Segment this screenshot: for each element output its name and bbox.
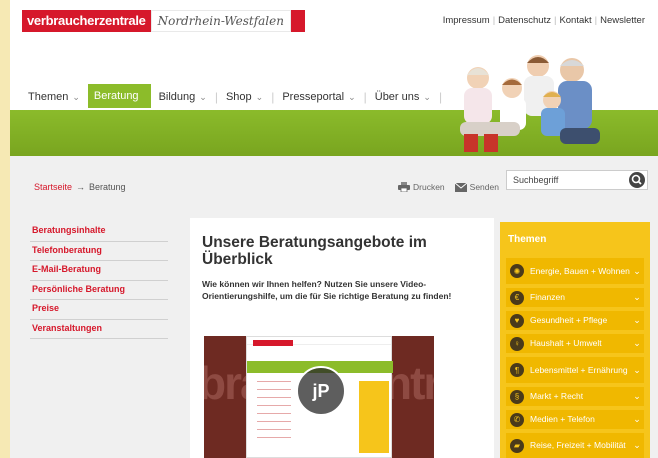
breadcrumb: Startseite → Beratung xyxy=(34,182,126,192)
chevron-down-icon: ⌄ xyxy=(633,338,641,348)
send-label: Senden xyxy=(469,182,499,192)
sidebar-title: Themen xyxy=(508,234,547,245)
chevron-down-icon: ⌄ xyxy=(633,414,641,424)
play-button[interactable]: jP xyxy=(296,366,346,416)
meta-link-impressum[interactable]: Impressum xyxy=(440,15,493,26)
travel-icon: ▰ xyxy=(510,438,524,453)
logo-region-text: Nordrhein-Westfalen xyxy=(150,10,291,32)
nav-item-presseportal[interactable]: Presseportal ⌄ xyxy=(274,86,363,108)
nav-item-beratung[interactable]: Beratung xyxy=(87,84,151,108)
printer-icon xyxy=(398,182,410,192)
subnav-item-telefonberatung[interactable]: Telefonberatung xyxy=(30,242,168,261)
left-page-edge xyxy=(0,0,10,458)
thumbnail-sidebar xyxy=(359,381,389,453)
nav-label: Presseportal xyxy=(282,91,345,103)
nav-label: Shop xyxy=(225,91,252,103)
topic-medien[interactable]: ✆ Medien + Telefon ⌄ xyxy=(506,410,644,429)
nav-label: Beratung xyxy=(93,90,139,102)
thumbnail-subnav xyxy=(257,381,291,451)
food-icon: ¶ xyxy=(510,363,524,377)
family-photo xyxy=(460,55,600,152)
send-button[interactable]: Senden xyxy=(454,182,499,192)
print-button[interactable]: Drucken xyxy=(398,182,445,192)
meta-link-newsletter[interactable]: Newsletter xyxy=(597,15,648,26)
video-player[interactable]: bra ntra jP xyxy=(204,336,434,458)
meta-nav: Impressum | Datenschutz | Kontakt | Newslet… xyxy=(440,15,648,26)
page-tools: Drucken Senden xyxy=(398,182,499,192)
chevron-down-icon: ⌄ xyxy=(348,91,356,102)
topic-haushalt[interactable]: ♀ Haushalt + Umwelt ⌄ xyxy=(506,334,644,353)
topic-label: Lebensmittel + Ernährung xyxy=(530,364,628,375)
page: verbraucherzentrale Nordrhein-Westfalen … xyxy=(10,0,658,458)
chevron-down-icon: ⌄ xyxy=(633,292,641,302)
meta-link-kontakt[interactable]: Kontakt xyxy=(556,15,594,26)
market-icon: § xyxy=(510,389,524,404)
nav-item-shop[interactable]: Shop ⌄ xyxy=(218,86,271,108)
chevron-down-icon: ⌄ xyxy=(633,265,641,276)
topic-label: Finanzen xyxy=(530,292,565,302)
thumbnail-logo xyxy=(253,340,293,346)
search-button[interactable] xyxy=(629,172,645,188)
logo-red-block xyxy=(290,10,305,32)
topic-label: Haushalt + Umwelt xyxy=(530,338,602,348)
subnav-item-email-beratung[interactable]: E-Mail-Beratung xyxy=(30,261,168,281)
meta-link-datenschutz[interactable]: Datenschutz xyxy=(495,15,554,26)
nav-item-bildung[interactable]: Bildung ⌄ xyxy=(151,86,215,108)
topic-label: Medien + Telefon xyxy=(530,414,595,424)
chevron-down-icon: ⌄ xyxy=(633,364,641,375)
chevron-down-icon: ⌄ xyxy=(255,91,264,102)
site-logo[interactable]: verbraucherzentrale Nordrhein-Westfalen xyxy=(22,10,305,32)
breadcrumb-arrow: → xyxy=(76,182,86,192)
envelope-icon xyxy=(454,182,467,192)
nav-item-ueber-uns[interactable]: Über uns ⌄ xyxy=(367,86,439,108)
chevron-down-icon: ⌄ xyxy=(633,315,641,325)
topic-label: Reise, Freizeit + Mobilität xyxy=(530,440,626,450)
breadcrumb-home-link[interactable]: Startseite xyxy=(34,182,72,192)
page-title: Unsere Beratungsangebote im Überblick xyxy=(202,234,427,268)
logo-main-text: verbraucherzentrale xyxy=(22,10,151,32)
topics-sidebar: Themen ✺ Energie, Bauen + Wohnen ⌄ € Fin… xyxy=(500,222,650,458)
search-icon xyxy=(631,174,642,185)
nav-label: Themen xyxy=(28,91,69,103)
topic-label: Markt + Recht xyxy=(530,391,584,401)
household-icon: ♀ xyxy=(510,336,524,351)
chevron-down-icon: ⌄ xyxy=(633,440,641,450)
chevron-down-icon: ⌄ xyxy=(633,391,641,401)
subnav-item-preise[interactable]: Preise xyxy=(30,300,168,320)
topic-lebensmittel[interactable]: ¶ Lebensmittel + Ernährung ⌄ xyxy=(506,357,644,383)
finance-icon: € xyxy=(510,290,524,305)
subnav-item-persoenliche-beratung[interactable]: Persönliche Beratung xyxy=(30,281,168,300)
topic-label: Gesundheit + Pflege xyxy=(530,315,608,325)
sub-navigation: Beratungsinhalte Telefonberatung E-Mail-… xyxy=(30,222,168,339)
main-content: Unsere Beratungsangebote im Überblick Wi… xyxy=(190,218,494,458)
nav-label: Bildung xyxy=(158,91,196,103)
topic-label: Energie, Bauen + Wohnen xyxy=(530,265,630,276)
subnav-item-beratungsinhalte[interactable]: Beratungsinhalte xyxy=(30,222,168,242)
main-nav: Themen ⌄ Beratung Bildung ⌄ | Shop ⌄ | Pres… xyxy=(20,84,442,108)
topic-energie[interactable]: ✺ Energie, Bauen + Wohnen ⌄ xyxy=(506,258,644,284)
nav-item-themen[interactable]: Themen ⌄ xyxy=(20,86,88,108)
search-input[interactable]: Suchbegriff xyxy=(506,170,648,190)
search-placeholder: Suchbegriff xyxy=(513,175,559,185)
health-icon: ♥ xyxy=(510,313,524,328)
energy-icon: ✺ xyxy=(510,264,524,278)
topic-markt[interactable]: § Markt + Recht ⌄ xyxy=(506,387,644,406)
chevron-down-icon: ⌄ xyxy=(72,91,80,102)
intro-text: Wie können wir Ihnen helfen? Nutzen Sie … xyxy=(202,279,452,301)
play-icon: jP xyxy=(312,380,330,401)
breadcrumb-current: Beratung xyxy=(89,182,126,192)
print-label: Drucken xyxy=(413,182,445,192)
chevron-down-icon: ⌄ xyxy=(199,91,207,102)
topic-reise[interactable]: ▰ Reise, Freizeit + Mobilität ⌄ xyxy=(506,433,644,458)
media-icon: ✆ xyxy=(510,412,524,427)
topic-finanzen[interactable]: € Finanzen ⌄ xyxy=(506,288,644,307)
nav-label: Über uns xyxy=(374,91,420,103)
topic-gesundheit[interactable]: ♥ Gesundheit + Pflege ⌄ xyxy=(506,311,644,330)
subnav-item-veranstaltungen[interactable]: Veranstaltungen xyxy=(30,320,168,339)
chevron-down-icon: ⌄ xyxy=(423,91,431,102)
